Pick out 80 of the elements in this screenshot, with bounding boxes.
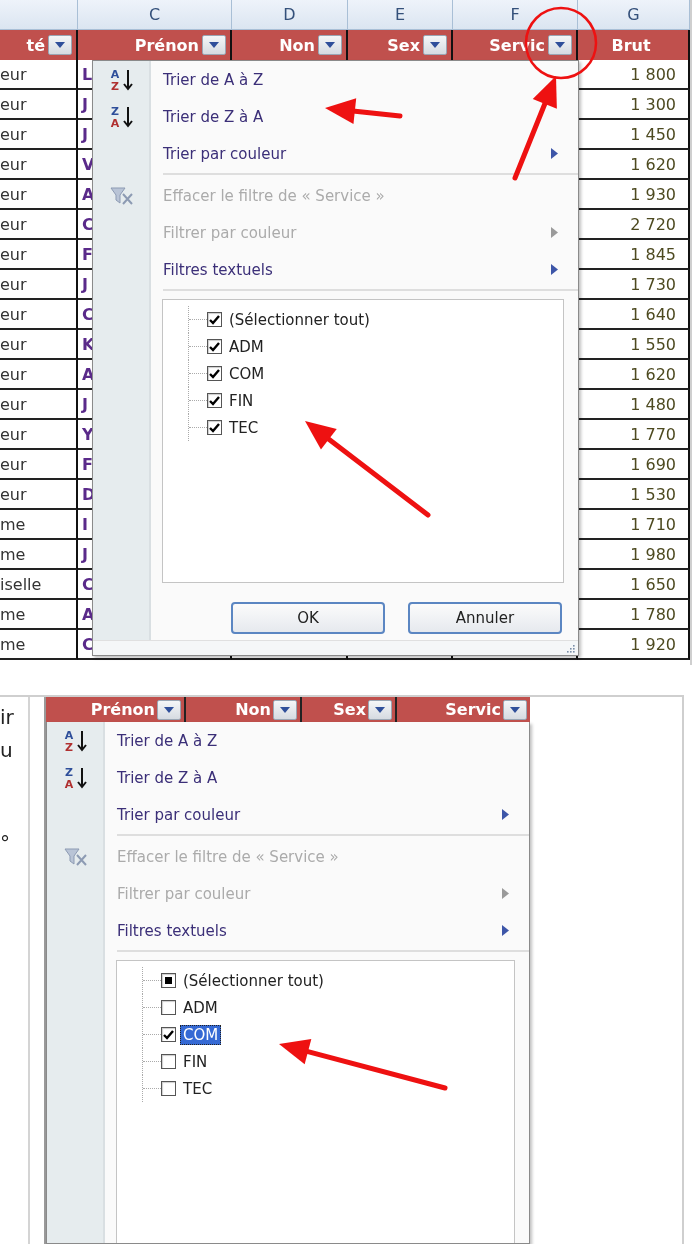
table-cell: eur (0, 300, 78, 330)
table-cell: eur (0, 180, 78, 210)
checkbox[interactable] (207, 339, 222, 354)
filter-value-label[interactable]: TEC (180, 1078, 216, 1099)
table-cell: eur (0, 420, 78, 450)
caret-icon (280, 706, 290, 713)
header-label: Prénon (90, 700, 155, 719)
menu-item[interactable]: Trier de Z à A (117, 768, 529, 787)
filter-dropdown-button[interactable] (368, 699, 392, 720)
column-letter: E (348, 0, 453, 30)
table-cell: eur (0, 210, 78, 240)
header-label: té (26, 35, 45, 55)
filter-dropdown-button[interactable] (318, 35, 342, 55)
checkbox[interactable] (207, 393, 222, 408)
table-cell: me (0, 540, 78, 570)
column-letter: C (78, 0, 232, 30)
table-cell: me (0, 630, 78, 660)
clear-filter-icon (64, 846, 88, 867)
menu-item[interactable]: Trier de A à Z (117, 731, 529, 750)
header-label: Prénon (134, 35, 199, 55)
table-cell: eur (0, 240, 78, 270)
caret-icon (55, 42, 65, 48)
table-cell: eur (0, 90, 78, 120)
table-cell: iselle (0, 570, 78, 600)
table-cell: eur (0, 270, 78, 300)
filter-dropdown-button[interactable] (548, 35, 572, 55)
caret-icon (510, 706, 520, 713)
text-fragment: ° (0, 830, 11, 857)
column-letter: D (232, 0, 348, 30)
filter-value-label[interactable]: COM (180, 1024, 222, 1045)
text-fragment: ir (0, 704, 15, 731)
column-letter: G (578, 0, 690, 30)
cancel-button[interactable]: Annuler (408, 602, 562, 634)
table-cell: eur (0, 60, 78, 90)
header-label: Sex (333, 700, 366, 719)
filter-value-label[interactable]: ADM (180, 997, 221, 1018)
table-cell: me (0, 510, 78, 540)
table-cell: eur (0, 120, 78, 150)
caret-icon (325, 42, 335, 48)
table-cell: eur (0, 330, 78, 360)
caret-icon (555, 42, 565, 48)
filter-dropdown-button[interactable] (273, 699, 297, 720)
checkbox[interactable] (207, 420, 222, 435)
table-cell: me (0, 600, 78, 630)
checkbox[interactable] (161, 1081, 176, 1096)
caret-icon (430, 42, 440, 48)
caret-icon (209, 42, 219, 48)
filter-dropdown-button[interactable] (157, 699, 181, 720)
column-letter: F (453, 0, 578, 30)
table-cell: eur (0, 150, 78, 180)
checkbox[interactable] (161, 1054, 176, 1069)
menu-item[interactable]: Filtres textuels (117, 921, 502, 940)
header-label: Sex (387, 35, 420, 55)
filter-dropdown-button[interactable] (202, 35, 226, 55)
caret-icon (164, 706, 174, 713)
header-label: Non (235, 700, 271, 719)
table-cell: eur (0, 450, 78, 480)
filter-dropdown-button[interactable] (48, 35, 72, 55)
header-cell: Brut (578, 30, 690, 60)
resize-grip-icon (566, 643, 575, 653)
caret-icon (375, 706, 385, 713)
text-fragment: u (0, 737, 14, 764)
header-label: Non (279, 35, 315, 55)
filter-value-label[interactable]: FIN (180, 1051, 211, 1072)
filter-value-label[interactable]: (Sélectionner tout) (180, 970, 327, 991)
checkbox[interactable] (161, 973, 176, 988)
ok-button[interactable]: OK (231, 602, 385, 634)
table-cell: eur (0, 480, 78, 510)
header-label: Servic (489, 35, 545, 55)
filter-dropdown-button[interactable] (503, 699, 527, 720)
table-cell: eur (0, 360, 78, 390)
checkbox[interactable] (207, 366, 222, 381)
header-label: Servic (445, 700, 501, 719)
filter-dropdown-button[interactable] (423, 35, 447, 55)
checkbox[interactable] (207, 312, 222, 327)
menu-item[interactable]: Trier par couleur (117, 805, 502, 824)
checkbox[interactable] (161, 1027, 176, 1042)
checkbox[interactable] (161, 1000, 176, 1015)
clear-filter-icon (110, 185, 134, 206)
table-cell: eur (0, 390, 78, 420)
